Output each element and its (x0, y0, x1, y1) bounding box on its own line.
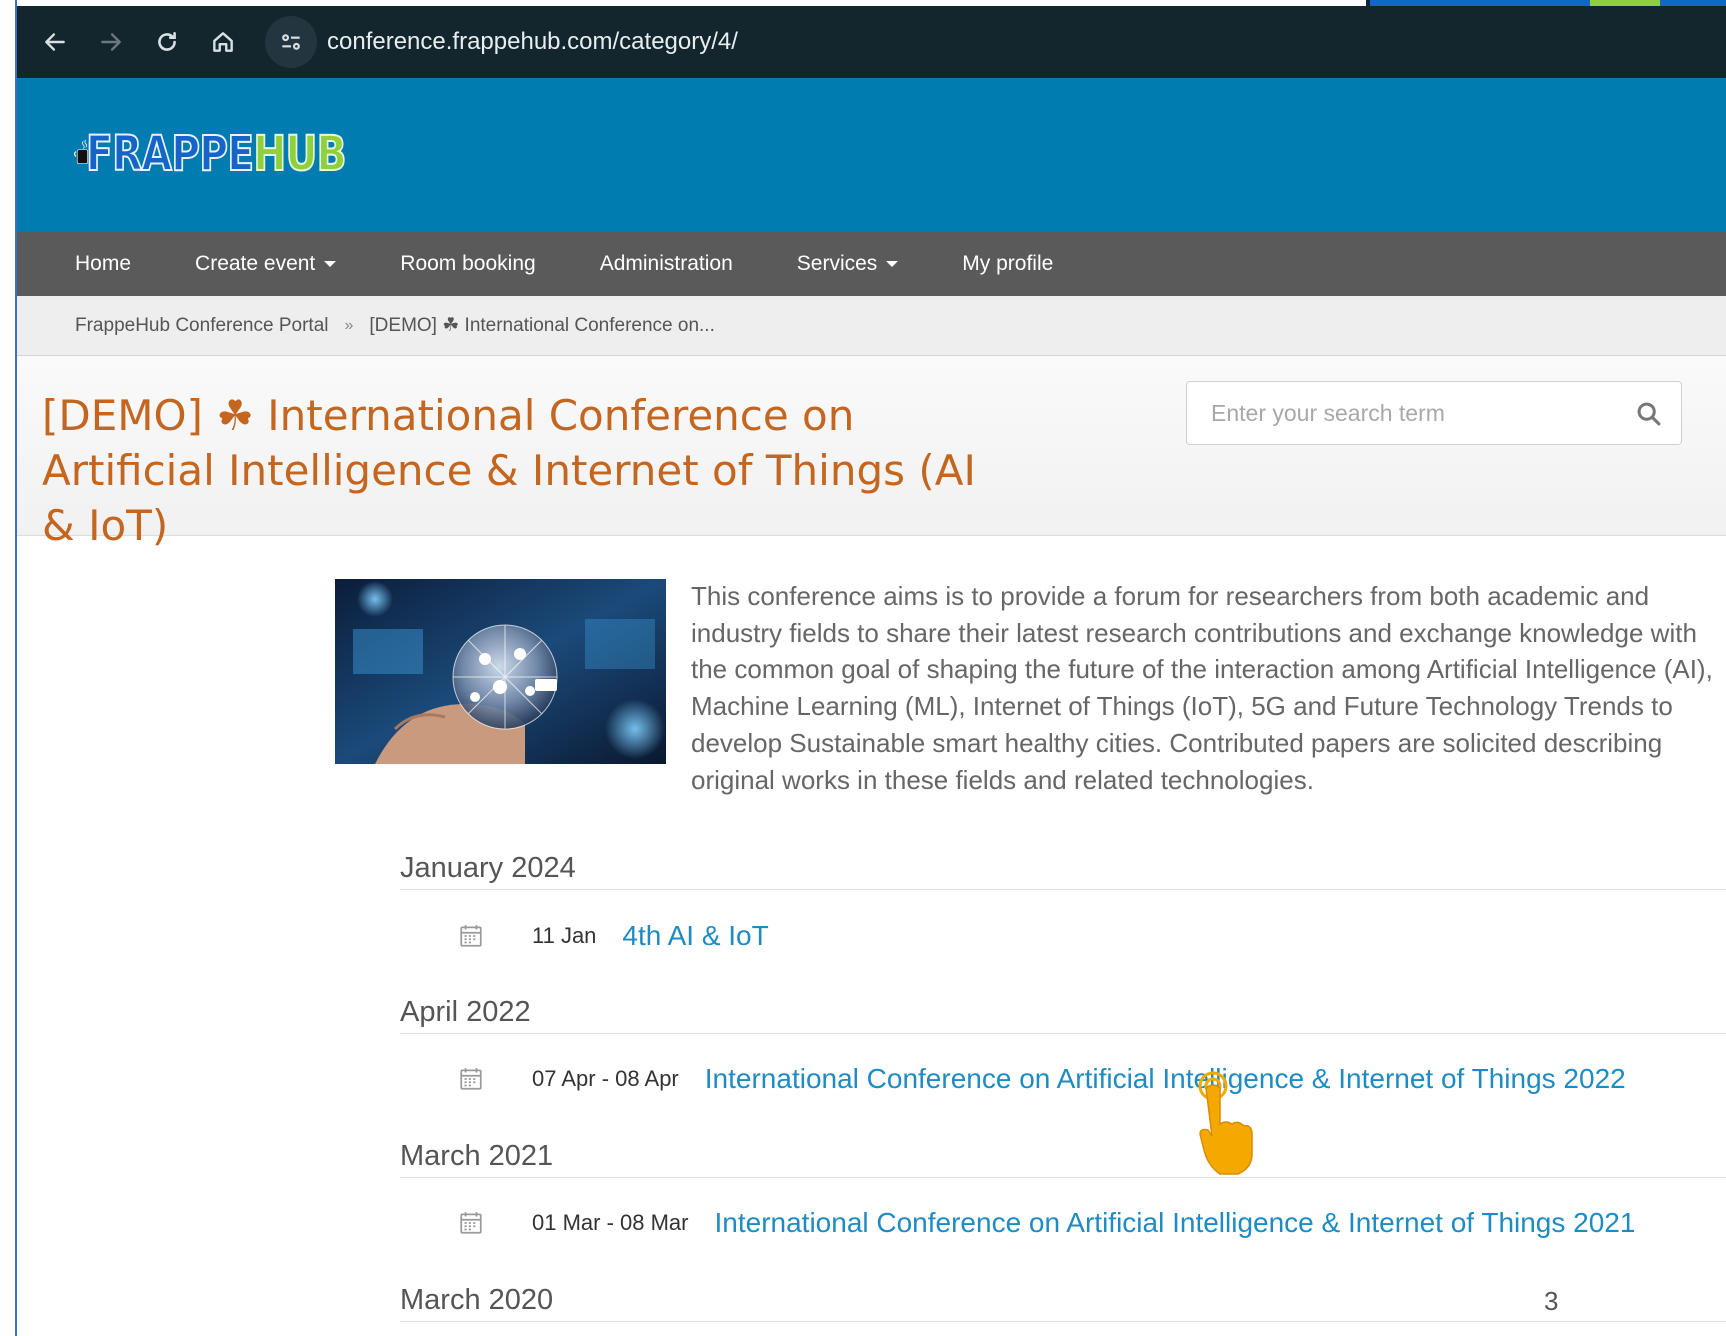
url-text[interactable]: conference.frappehub.com/category/4/ (327, 28, 738, 56)
event-date: 07 Apr - 08 Apr (532, 1066, 679, 1091)
calendar-icon (460, 1212, 482, 1234)
search-icon[interactable] (1635, 400, 1663, 428)
nav-services[interactable]: Services (797, 252, 899, 276)
logo-text-hub: HUB (253, 125, 348, 183)
nav-home[interactable]: Home (75, 252, 131, 276)
nav-my-profile-label: My profile (962, 252, 1054, 275)
nav-my-profile[interactable]: My profile (962, 252, 1053, 276)
event-row: 11 Jan 4th AI & IoT (458, 916, 1726, 956)
month-header: March 2020 (400, 1282, 1726, 1322)
nav-create-event-label: Create event (195, 252, 316, 275)
nav-services-label: Services (796, 252, 878, 275)
month-header: January 2024 (400, 850, 1726, 890)
site-header: FRAPPEHUB (17, 78, 1726, 232)
hand-holding-iot-sphere-image (335, 579, 666, 764)
month-header: March 2021 (400, 1138, 1726, 1178)
browser-frame: conference.frappehub.com/category/4/ FRA… (0, 0, 1726, 1336)
nav-create-event[interactable]: Create event (195, 252, 337, 276)
breadcrumb-current: [DEMO] ☘ International Conference on... (369, 315, 715, 336)
nav-home-label: Home (75, 252, 132, 275)
event-link[interactable]: International Conference on Artificial I… (715, 1207, 1636, 1239)
month-label: March 2021 (400, 1140, 554, 1172)
back-arrow-icon[interactable] (33, 20, 77, 64)
page-number: 3 (1544, 1286, 1559, 1316)
event-date: 11 Jan (532, 923, 597, 948)
title-area: [DEMO] ☘ International Conference on Art… (17, 356, 1726, 550)
event-date: 01 Mar - 08 Mar (532, 1210, 689, 1235)
nav-administration[interactable]: Administration (600, 252, 733, 276)
main-navigation: Home Create event Room booking Administr… (17, 232, 1726, 296)
calendar-icon (460, 1068, 482, 1090)
conference-description: This conference aims is to provide a for… (691, 581, 1713, 795)
address-bar[interactable]: conference.frappehub.com/category/4/ (265, 16, 1726, 68)
search-input[interactable] (1187, 399, 1617, 427)
page-title: [DEMO] ☘ International Conference on Art… (42, 391, 976, 550)
event-link[interactable]: 4th AI & IoT (622, 920, 768, 952)
month-header: April 2022 (400, 994, 1726, 1034)
month-label: April 2022 (400, 996, 531, 1028)
forward-arrow-icon[interactable] (89, 20, 133, 64)
month-label: March 2020 (400, 1284, 554, 1316)
month-label: January 2024 (400, 852, 576, 884)
logo-text-frappe: FRAPPE (85, 125, 255, 183)
event-row: 01 Mar - 08 Mar International Conference… (458, 1203, 1726, 1243)
event-row: 07 Apr - 08 Apr International Conference… (458, 1059, 1726, 1099)
caret-down-icon (886, 261, 899, 267)
nav-room-booking-label: Room booking (400, 252, 536, 275)
frappehub-logo[interactable]: FRAPPEHUB (73, 104, 403, 204)
home-icon[interactable] (201, 20, 245, 64)
breadcrumb: FrappeHub Conference Portal » [DEMO] ☘ I… (17, 296, 1726, 356)
breadcrumb-separator: » (344, 316, 354, 334)
nav-room-booking[interactable]: Room booking (400, 252, 535, 276)
breadcrumb-root[interactable]: FrappeHub Conference Portal (75, 315, 328, 337)
caret-down-icon (324, 261, 337, 267)
event-link[interactable]: International Conference on Artificial I… (705, 1063, 1626, 1095)
browser-toolbar: conference.frappehub.com/category/4/ (17, 6, 1726, 78)
conference-image (335, 579, 666, 764)
reload-icon[interactable] (145, 20, 189, 64)
search-box (1186, 381, 1682, 445)
site-settings-icon[interactable] (265, 16, 317, 68)
calendar-icon (460, 925, 482, 947)
window-border (15, 0, 17, 1336)
nav-administration-label: Administration (599, 252, 733, 275)
